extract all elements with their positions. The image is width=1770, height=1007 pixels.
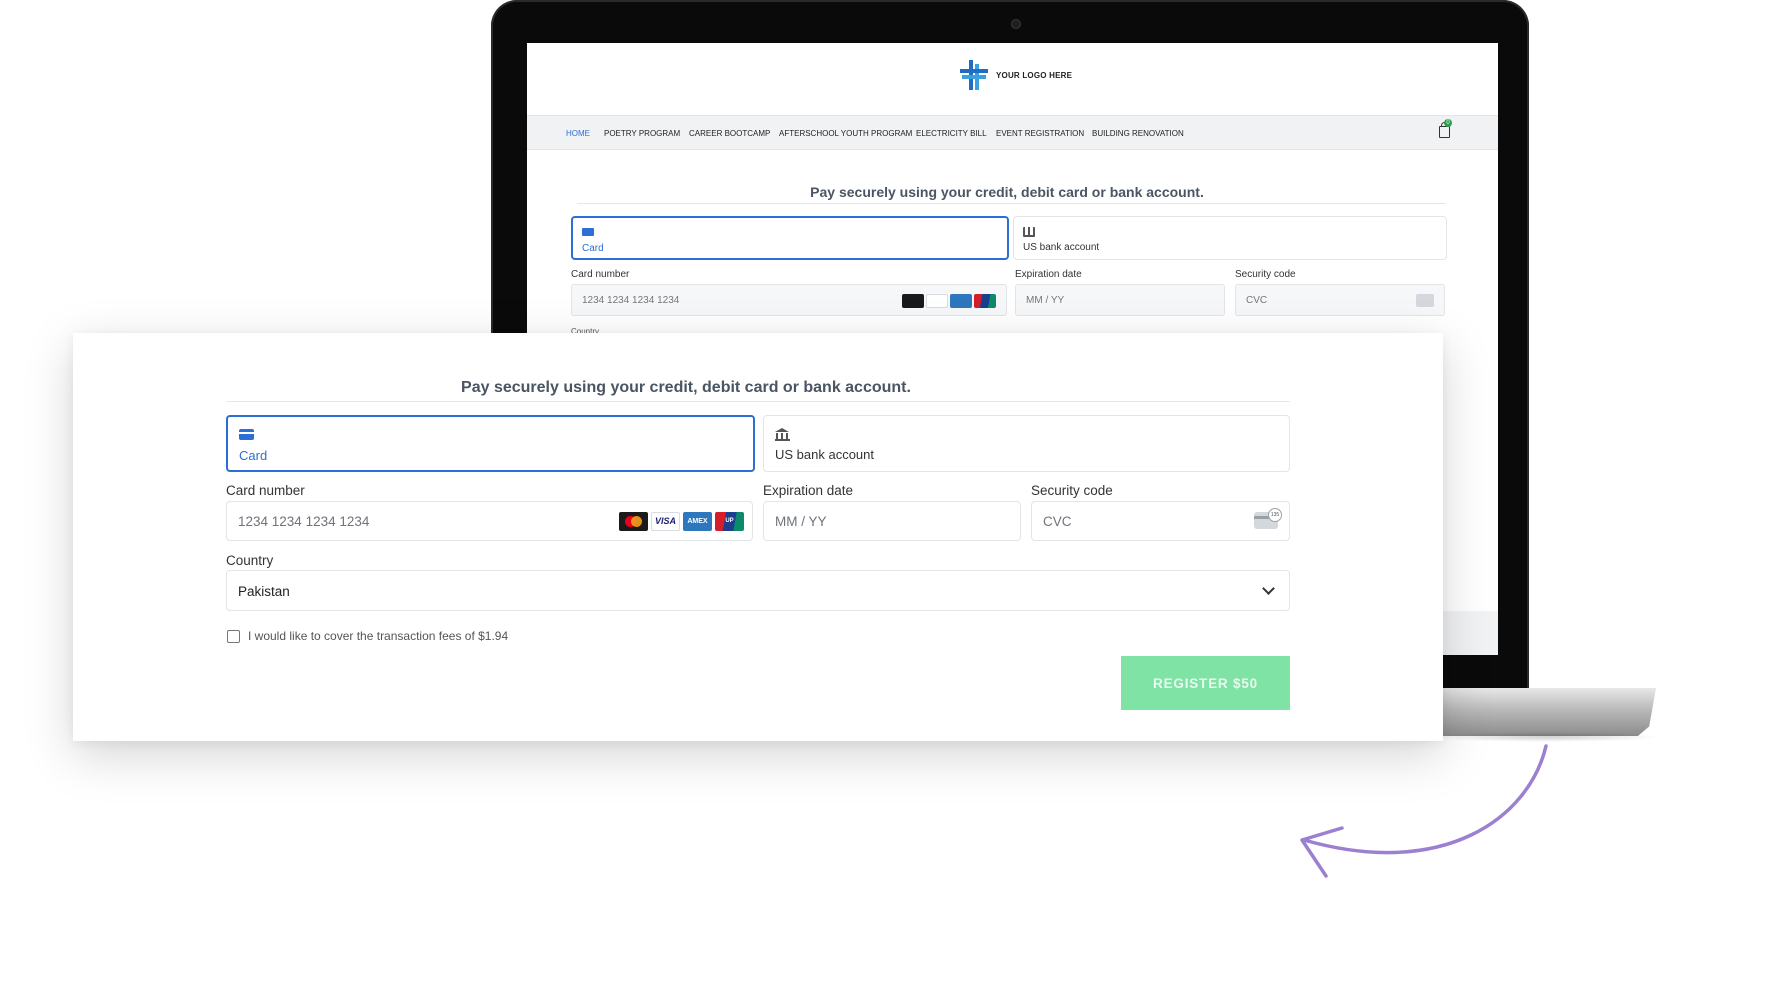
mastercard-icon (619, 512, 648, 531)
nav-home[interactable]: HOME (566, 129, 590, 138)
screen-tab-card-label: Card (582, 243, 604, 254)
cover-fees-checkbox[interactable] (227, 630, 240, 643)
bank-icon (1023, 227, 1035, 237)
bank-icon (775, 428, 790, 441)
screen-expiration-placeholder: MM / YY (1026, 295, 1065, 306)
security-code-input[interactable]: CVC (1031, 501, 1290, 541)
title-divider (226, 401, 1290, 402)
register-button[interactable]: REGISTER $50 (1121, 656, 1290, 710)
amex-icon (950, 294, 972, 308)
security-code-label: Security code (1031, 483, 1113, 498)
card-number-placeholder: 1234 1234 1234 1234 (238, 514, 370, 529)
credit-card-icon (582, 228, 594, 236)
card-number-label: Card number (226, 483, 305, 498)
screen-expiration-input[interactable]: MM / YY (1015, 284, 1225, 316)
screen-tab-bank-label: US bank account (1023, 242, 1100, 253)
screen-card-number-input[interactable]: 1234 1234 1234 1234 (571, 284, 1007, 316)
nav-afterschool-youth-program[interactable]: AFTERSCHOOL YOUTH PROGRAM (779, 129, 912, 138)
mastercard-icon (902, 294, 924, 308)
cart-icon[interactable] (1439, 122, 1450, 138)
nav-career-bootcamp[interactable]: CAREER BOOTCAMP (689, 129, 770, 138)
screen-card-number-placeholder: 1234 1234 1234 1234 (582, 295, 680, 306)
logo-cross-icon (960, 60, 988, 90)
site-nav: HOME POETRY PROGRAM CAREER BOOTCAMP AFTE… (527, 115, 1498, 150)
expiration-placeholder: MM / YY (775, 514, 827, 529)
tab-card[interactable]: Card (226, 415, 755, 472)
unionpay-icon: UP (715, 512, 744, 531)
screen-security-code-label: Security code (1235, 269, 1296, 280)
screen-tab-card[interactable]: Card (571, 216, 1009, 260)
nav-electricity-bill[interactable]: ELECTRICITY BILL (916, 129, 987, 138)
visa-icon (926, 294, 948, 308)
nav-building-renovation[interactable]: BUILDING RENOVATION (1092, 129, 1184, 138)
screen-card-brands (902, 294, 996, 308)
tab-us-bank-account[interactable]: US bank account (763, 415, 1290, 472)
screen-divider (577, 203, 1446, 204)
tab-card-label: Card (239, 448, 268, 463)
expiration-date-label: Expiration date (763, 483, 854, 498)
card-number-input[interactable]: 1234 1234 1234 1234 VISA AMEX UP (226, 501, 753, 541)
payment-form-zoom: Pay securely using your credit, debit ca… (73, 333, 1443, 741)
cvc-card-icon (1416, 294, 1434, 307)
chevron-down-icon (1262, 582, 1275, 595)
screen-payment-title: Pay securely using your credit, debit ca… (810, 184, 1204, 200)
laptop-base (1430, 688, 1656, 736)
tab-bank-label: US bank account (775, 447, 875, 462)
cvc-card-icon (1254, 508, 1282, 529)
screen-tab-bank[interactable]: US bank account (1013, 216, 1447, 260)
nav-poetry-program[interactable]: POETRY PROGRAM (604, 129, 680, 138)
payment-title: Pay securely using your credit, debit ca… (461, 379, 911, 396)
cover-fees-label[interactable]: I would like to cover the transaction fe… (248, 629, 508, 643)
nav-event-registration[interactable]: EVENT REGISTRATION (996, 129, 1084, 138)
camera-icon (1011, 19, 1021, 29)
security-code-placeholder: CVC (1043, 514, 1072, 529)
screen-security-code-placeholder: CVC (1246, 295, 1268, 306)
screen-card-number-label: Card number (571, 269, 630, 280)
country-value: Pakistan (238, 584, 290, 599)
screen-security-code-input[interactable]: CVC (1235, 284, 1445, 316)
logo-text: YOUR LOGO HERE (996, 70, 1073, 80)
curved-arrow-icon (1300, 744, 1548, 878)
visa-icon: VISA (651, 512, 680, 531)
unionpay-icon (974, 294, 996, 308)
credit-card-icon (239, 429, 254, 440)
country-select[interactable]: Pakistan (226, 570, 1290, 611)
cart-count-badge: 0 (1444, 119, 1452, 127)
site-logo[interactable]: YOUR LOGO HERE (960, 60, 1072, 90)
amex-icon: AMEX (683, 512, 712, 531)
expiration-date-input[interactable]: MM / YY (763, 501, 1021, 541)
screen-expiration-label: Expiration date (1015, 269, 1082, 280)
country-label: Country (226, 553, 274, 568)
